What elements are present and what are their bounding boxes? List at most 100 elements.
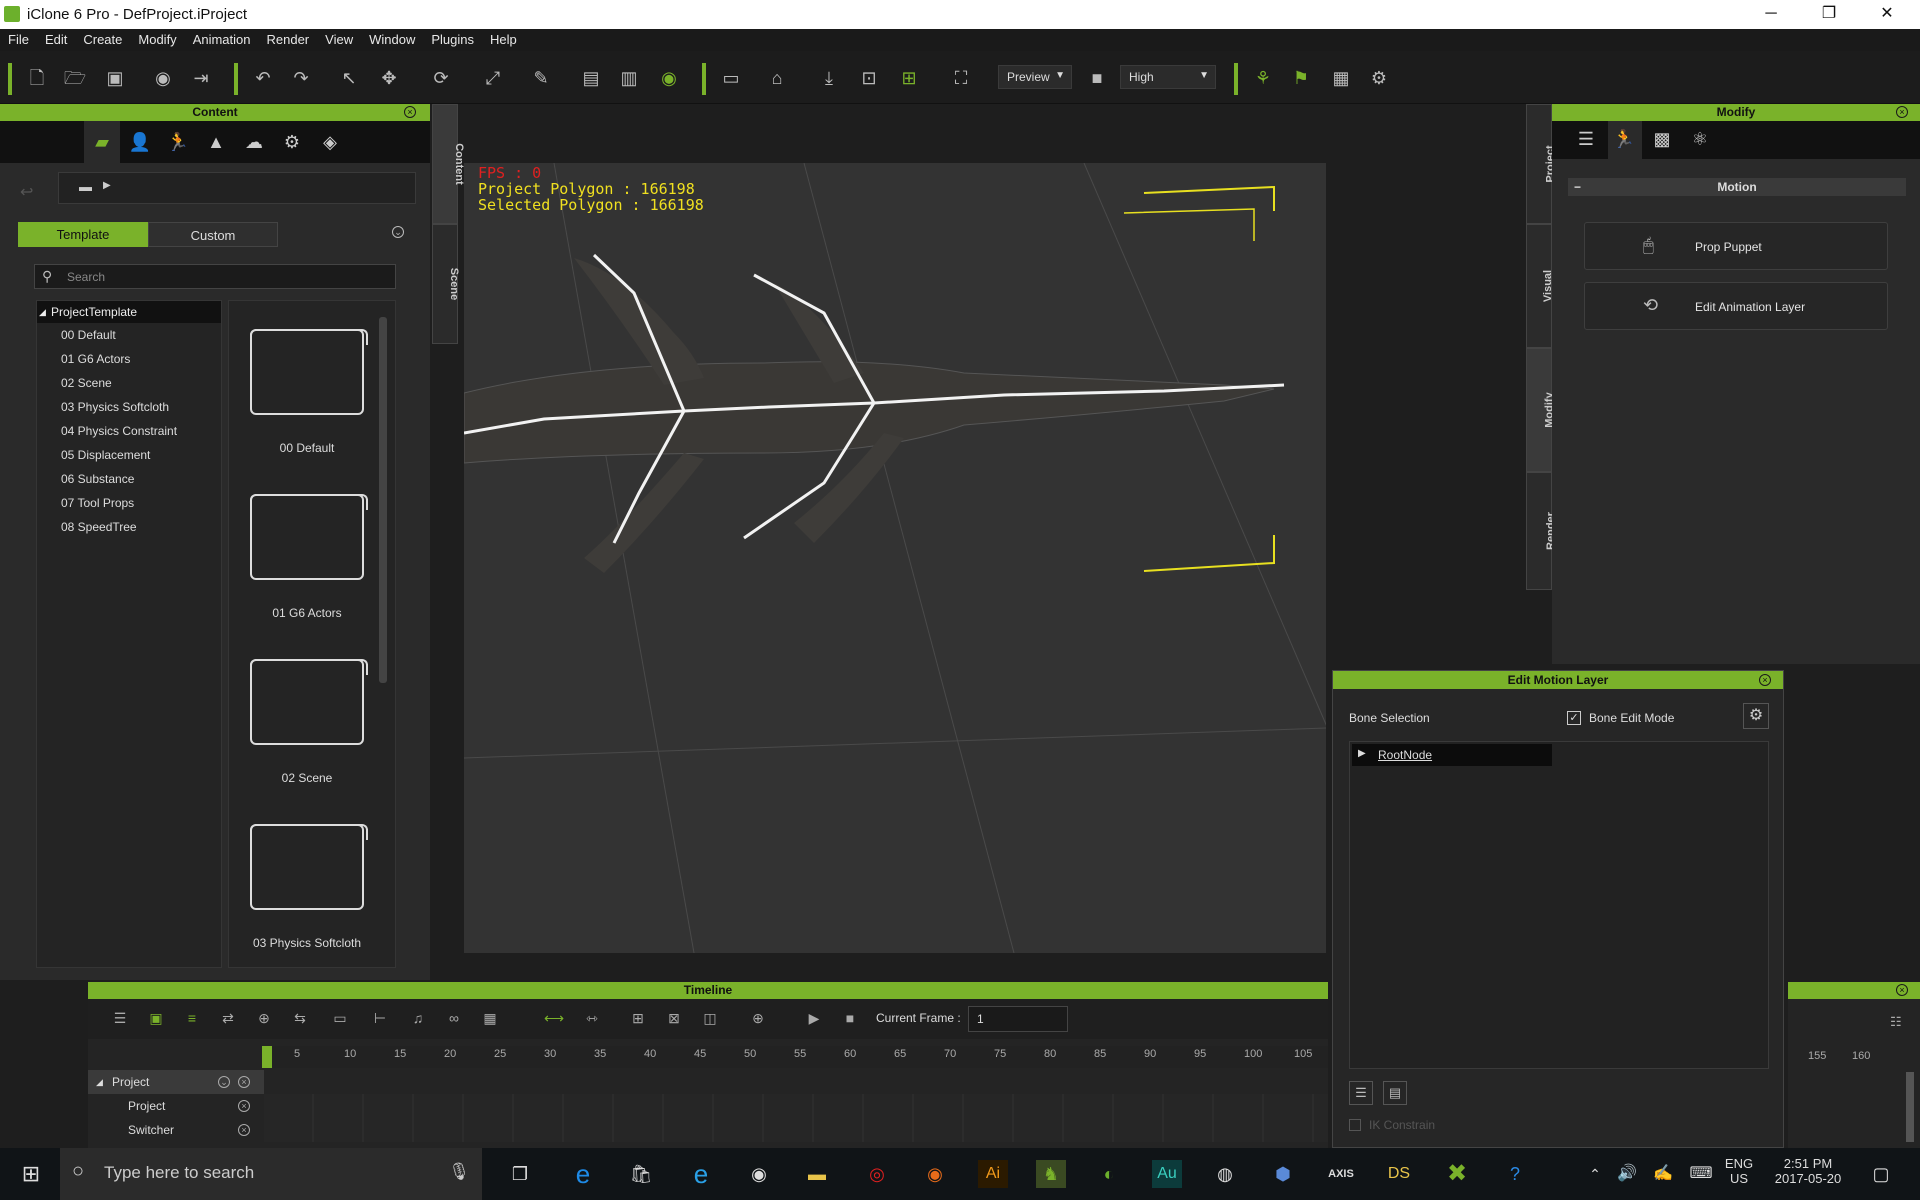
preview-render-icon[interactable]: ◉: [150, 65, 176, 91]
actor-icon[interactable]: 👤: [126, 129, 154, 155]
menu-animation[interactable]: Animation: [185, 29, 259, 47]
help-icon[interactable]: ?: [1500, 1160, 1530, 1188]
collapse-chevron-icon[interactable]: ⌄: [392, 226, 404, 238]
puppet-icon[interactable]: ⚘: [1250, 65, 1276, 91]
close-icon[interactable]: ×: [1896, 984, 1908, 996]
new-file-icon[interactable]: 🗋: [24, 65, 50, 91]
minimize-button[interactable]: ─: [1742, 0, 1800, 29]
microphone-icon[interactable]: 🎙: [448, 1162, 470, 1182]
settings-tool-icon[interactable]: ⚙: [1366, 65, 1392, 91]
preview-mode-dropdown[interactable]: Preview ▼: [998, 65, 1072, 89]
edge-icon[interactable]: e: [568, 1160, 598, 1188]
clip-icon[interactable]: ▭: [330, 1010, 350, 1028]
prop-puppet-button[interactable]: 🖱 Prop Puppet: [1584, 222, 1888, 270]
menu-file[interactable]: File: [0, 29, 37, 47]
tab-custom[interactable]: Custom: [148, 222, 278, 247]
tree-item[interactable]: 00 Default: [37, 323, 221, 347]
current-frame-input[interactable]: 1: [968, 1006, 1068, 1032]
close-button[interactable]: ✕: [1858, 0, 1916, 29]
play-icon[interactable]: ▶: [804, 1010, 824, 1028]
blend-icon[interactable]: ▦: [480, 1010, 500, 1028]
zoom-extent-icon[interactable]: ⛶: [948, 65, 974, 91]
film-icon[interactable]: ⚙: [278, 129, 306, 155]
track-list-icon[interactable]: ☰: [110, 1010, 130, 1028]
internet-explorer-icon[interactable]: e: [686, 1160, 716, 1188]
3d-cube-icon[interactable]: ⬢: [1268, 1160, 1298, 1188]
track-row-project-sub[interactable]: Project ×: [88, 1094, 264, 1118]
key-icon[interactable]: ▣: [146, 1010, 166, 1028]
creative-cloud-icon[interactable]: ◎: [862, 1160, 892, 1188]
playhead-marker[interactable]: [262, 1046, 272, 1068]
flag-icon[interactable]: ⚑: [1288, 65, 1314, 91]
loop-icon[interactable]: ∞: [444, 1010, 464, 1028]
motion-icon[interactable]: 🏃: [164, 129, 192, 155]
side-tab-render[interactable]: Render: [1526, 472, 1557, 590]
bone-edit-mode-checkbox[interactable]: ✓: [1567, 711, 1581, 725]
drop-to-floor-icon[interactable]: ⤓: [816, 65, 842, 91]
frame-selected-icon[interactable]: ⊞: [896, 65, 922, 91]
thumbnail-scrollbar[interactable]: [379, 317, 387, 683]
settings-gear-icon[interactable]: ⚙: [1743, 703, 1769, 729]
note-icon[interactable]: ♫: [408, 1010, 428, 1028]
daz-studio-icon[interactable]: DS: [1384, 1160, 1414, 1188]
close-icon[interactable]: ×: [238, 1076, 250, 1088]
file-explorer-icon[interactable]: ▬: [802, 1160, 832, 1188]
path-bar[interactable]: ▬ ▶: [58, 172, 416, 204]
checker-icon[interactable]: ▩: [1648, 126, 1676, 152]
select-arrow-icon[interactable]: ↖: [336, 65, 362, 91]
chrome-icon[interactable]: ◉: [744, 1160, 774, 1188]
atom-icon[interactable]: ⚛: [1686, 126, 1714, 152]
tray-chevron-icon[interactable]: ⌃: [1580, 1160, 1610, 1188]
switch-icon[interactable]: ⇄: [218, 1010, 238, 1028]
zoom-icon[interactable]: ⊕: [748, 1010, 768, 1028]
align-icon[interactable]: ▤: [578, 65, 604, 91]
illustrator-icon[interactable]: Ai: [978, 1160, 1008, 1188]
tree-item[interactable]: 08 SpeedTree: [37, 515, 221, 539]
language-indicator[interactable]: ENG US: [1724, 1156, 1754, 1186]
keyboard-icon[interactable]: ⌨: [1686, 1160, 1716, 1188]
collapse-chevron-icon[interactable]: ⌄: [218, 1076, 230, 1088]
insert-icon[interactable]: ⊕: [254, 1010, 274, 1028]
tree-item[interactable]: 01 G6 Actors: [37, 347, 221, 371]
fit-range-icon[interactable]: ⇿: [582, 1010, 602, 1028]
x-app-icon[interactable]: ✖: [1442, 1160, 1472, 1188]
tree-item[interactable]: 05 Displacement: [37, 443, 221, 467]
fit-view-icon[interactable]: ⊡: [856, 65, 882, 91]
volume-icon[interactable]: 🔊: [1612, 1160, 1642, 1188]
thumbnail-item[interactable]: 03 Physics Softcloth: [229, 824, 385, 950]
paint-icon[interactable]: ✎: [528, 65, 554, 91]
layout-icon[interactable]: ▭: [718, 65, 744, 91]
rotate-icon[interactable]: ⟳: [428, 65, 454, 91]
track-area[interactable]: [264, 1094, 1328, 1142]
side-tab-content[interactable]: Content: [432, 104, 465, 224]
sliders-icon[interactable]: ☰: [1572, 126, 1600, 152]
close-icon[interactable]: ×: [238, 1124, 250, 1136]
notification-icon[interactable]: ▢: [1866, 1160, 1896, 1188]
export-icon[interactable]: ⇥: [188, 65, 214, 91]
menu-window[interactable]: Window: [361, 29, 423, 47]
menu-plugins[interactable]: Plugins: [423, 29, 482, 47]
search-input[interactable]: Search: [34, 264, 396, 289]
timeline-ruler[interactable]: 5 10 15 20 25 30 35 40 45 50 55 60 65 70 75 80 85 90 95 100…: [262, 1046, 1328, 1068]
edit-animation-layer-button[interactable]: ⟲ Edit Animation Layer: [1584, 282, 1888, 330]
tab-template[interactable]: Template: [18, 222, 148, 247]
menu-create[interactable]: Create: [75, 29, 130, 47]
tree-item[interactable]: 06 Substance: [37, 467, 221, 491]
obs-icon[interactable]: ◍: [1210, 1160, 1240, 1188]
close-icon[interactable]: ×: [1759, 674, 1771, 686]
add-clip-icon[interactable]: ⊞: [628, 1010, 648, 1028]
iclone-taskbar-icon[interactable]: ♞: [1036, 1160, 1066, 1188]
axis-icon[interactable]: AXIS: [1326, 1160, 1356, 1188]
track-row-project[interactable]: ◢ Project ⌄ ×: [88, 1070, 264, 1094]
menu-render[interactable]: Render: [259, 29, 318, 47]
save-icon[interactable]: ▣: [102, 65, 128, 91]
tree-item[interactable]: 03 Physics Softcloth: [37, 395, 221, 419]
side-tab-modify[interactable]: Modify: [1526, 348, 1556, 472]
back-icon[interactable]: ↩: [20, 182, 33, 202]
thumbnail-item[interactable]: 01 G6 Actors: [229, 494, 385, 620]
align-bottom-icon[interactable]: ▥: [616, 65, 642, 91]
side-tab-scene[interactable]: Scene: [432, 224, 460, 344]
quality-dropdown[interactable]: High ▼: [1120, 65, 1216, 89]
track-row-switcher[interactable]: Switcher ×: [88, 1118, 264, 1142]
motion-runner-icon[interactable]: 🏃: [1610, 126, 1638, 152]
